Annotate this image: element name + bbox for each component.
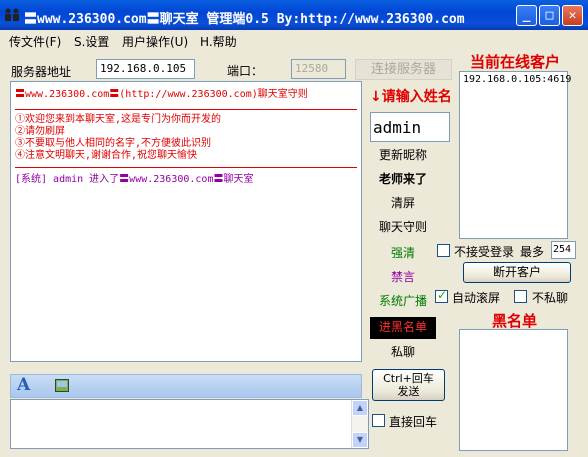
format-toolbar: A bbox=[10, 374, 362, 398]
menu-user-ops[interactable]: 用户操作(U) bbox=[122, 33, 188, 50]
title-bar[interactable]: 〓www.236300.com〓聊天室 管理端0.5 By:http://www… bbox=[0, 0, 588, 30]
no-private-label: 不私聊 bbox=[532, 291, 569, 305]
font-icon[interactable]: A bbox=[17, 375, 30, 395]
chat-rules-header: 〓www.236300.com〓(http://www.236300.com)聊… bbox=[15, 89, 308, 100]
message-scrollbar[interactable]: ▲ ▼ bbox=[351, 400, 368, 448]
menu-file[interactable]: 传文件(F) bbox=[9, 33, 61, 50]
private-chat-button[interactable]: 私聊 bbox=[370, 343, 436, 363]
scroll-down-icon[interactable]: ▼ bbox=[352, 432, 368, 448]
menu-help[interactable]: H.帮助 bbox=[200, 33, 237, 50]
online-clients-list[interactable]: 192.168.0.105:4619 bbox=[459, 71, 571, 239]
direct-enter-label: 直接回车 bbox=[389, 415, 438, 429]
server-address-label: 服务器地址 bbox=[11, 65, 72, 79]
maximize-button[interactable]: □ bbox=[539, 5, 560, 26]
chat-rules-button[interactable]: 聊天守则 bbox=[370, 218, 436, 238]
people-icon bbox=[5, 8, 19, 21]
direct-enter-checkbox[interactable] bbox=[372, 414, 385, 427]
auto-scroll-checkbox[interactable] bbox=[435, 288, 448, 303]
system-message: [系统] admin 进入了〓www.236300.com〓聊天室 bbox=[15, 174, 254, 185]
auto-scroll-label: 自动滚屏 bbox=[452, 291, 501, 305]
disconnect-client-button[interactable]: 断开客户 bbox=[463, 262, 571, 283]
server-address-input[interactable]: 192.168.0.105 bbox=[96, 59, 195, 79]
list-item[interactable]: 192.168.0.105:4619 bbox=[463, 74, 571, 85]
update-nickname-button[interactable]: 更新昵称 bbox=[370, 146, 436, 166]
chat-display[interactable]: 〓www.236300.com〓(http://www.236300.com)聊… bbox=[10, 81, 362, 362]
menu-bar: 传文件(F) S.设置 用户操作(U) H.帮助 bbox=[0, 30, 588, 50]
port-input[interactable]: 12580 bbox=[291, 59, 346, 79]
reject-login-label: 不接受登录 bbox=[454, 245, 515, 259]
max-clients-input[interactable]: 254 bbox=[551, 241, 576, 259]
blacklist-list[interactable] bbox=[459, 329, 568, 451]
online-clients-title: 当前在线客户 bbox=[470, 53, 561, 71]
max-label: 最多 bbox=[520, 245, 545, 259]
reject-login-checkbox[interactable] bbox=[437, 244, 450, 257]
blacklist-title: 黑名单 bbox=[492, 312, 538, 330]
mute-button[interactable]: 禁言 bbox=[370, 268, 436, 288]
window-title: 〓www.236300.com〓聊天室 管理端0.5 By:http://www… bbox=[24, 12, 465, 27]
menu-settings[interactable]: S.设置 bbox=[74, 33, 109, 50]
teacher-coming-button[interactable]: 老师来了 bbox=[370, 170, 436, 190]
clear-screen-button[interactable]: 清屏 bbox=[370, 194, 436, 214]
image-icon[interactable] bbox=[55, 379, 69, 392]
force-clear-button[interactable]: 强清 bbox=[370, 244, 436, 264]
minimize-button[interactable]: _ bbox=[516, 5, 537, 26]
nickname-input[interactable]: admin bbox=[370, 112, 450, 142]
broadcast-button[interactable]: 系统广播 bbox=[370, 292, 436, 312]
divider bbox=[15, 167, 357, 168]
chat-rule-line: ④注意文明聊天,谢谢合作,祝您聊天愉快 bbox=[15, 150, 198, 161]
send-button[interactable]: Ctrl+回车 发送 bbox=[372, 369, 445, 401]
connect-server-button[interactable]: 连接服务器 bbox=[355, 59, 452, 80]
message-input[interactable]: ▲ ▼ bbox=[10, 399, 369, 449]
no-private-checkbox[interactable] bbox=[514, 290, 527, 303]
port-label: 端口： bbox=[227, 64, 264, 78]
add-blacklist-button[interactable]: 进黑名单 bbox=[370, 317, 436, 339]
name-prompt: ↓请输入姓名 bbox=[370, 89, 452, 105]
scroll-up-icon[interactable]: ▲ bbox=[352, 400, 368, 416]
close-button[interactable]: ✕ bbox=[562, 5, 583, 26]
